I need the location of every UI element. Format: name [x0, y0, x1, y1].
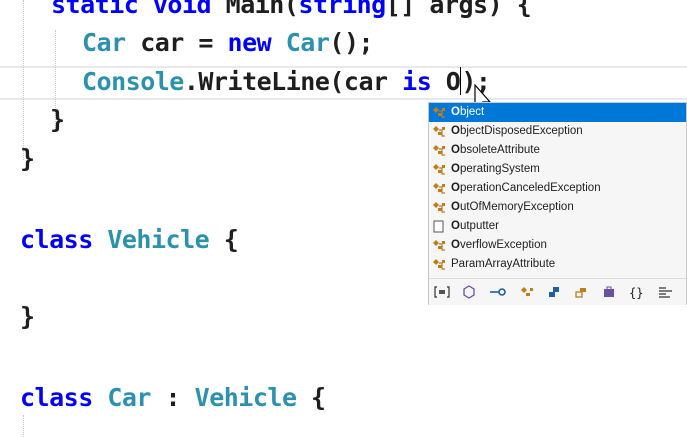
struct-filter-icon[interactable]	[545, 284, 563, 300]
completion-item-label: ParamArrayAttribute	[451, 258, 556, 270]
class-icon	[432, 144, 446, 157]
keyword-filter-icon[interactable]: {}	[628, 284, 646, 300]
completion-item-label: bjectDisposedException	[459, 125, 583, 137]
snippet-filter-icon[interactable]	[657, 284, 675, 300]
completion-filter-bar: {}	[429, 278, 686, 305]
completion-item[interactable]: OperatingSystem	[429, 160, 686, 179]
class-icon	[432, 201, 446, 214]
completion-item[interactable]: ObjectDisposedException	[429, 122, 686, 141]
namespace-filter-icon[interactable]	[433, 284, 451, 300]
completion-match-highlight: O	[451, 163, 460, 175]
class-icon	[432, 125, 446, 138]
completion-match-highlight: O	[451, 220, 460, 232]
class-icon	[432, 239, 446, 252]
svg-text:{}: {}	[629, 286, 643, 299]
code-line-class-vehicle: class Vehicle {	[20, 225, 239, 254]
intellisense-popup[interactable]: Object ObjectDisposedException ObsoleteAtt…	[428, 102, 687, 305]
completion-item-label: verflowException	[459, 239, 547, 251]
completion-list[interactable]: Object ObjectDisposedException ObsoleteAtt…	[429, 103, 686, 274]
completion-item-label: peratingSystem	[459, 163, 540, 175]
code-line-car-declaration: Car car = new Car();	[82, 28, 374, 57]
code-line-close-vehicle: }	[20, 302, 35, 331]
class-filter-icon[interactable]	[518, 284, 536, 300]
class-icon	[432, 106, 446, 119]
completion-match-highlight: O	[451, 182, 460, 194]
completion-item-label: perationCanceledException	[459, 182, 601, 194]
completion-match-highlight: O	[451, 106, 460, 118]
completion-item-label: utputter	[459, 220, 499, 232]
completion-match-highlight: O	[451, 201, 460, 213]
completion-item[interactable]: OverflowException	[429, 236, 686, 255]
delegate-filter-icon[interactable]	[489, 284, 507, 300]
indent-guide	[23, 415, 24, 437]
code-line-close-method: }	[50, 105, 65, 134]
completion-match-highlight: O	[451, 239, 460, 251]
code-line-class-car: class Car : Vehicle {	[20, 383, 326, 412]
completion-item-label: bsoleteAttribute	[459, 144, 540, 156]
interface-filter-icon[interactable]	[460, 284, 478, 300]
code-line-main-signature: static void Main(string[] args) {	[51, 0, 532, 19]
enum-filter-icon[interactable]	[572, 284, 590, 300]
completion-item[interactable]: OutOfMemoryException	[429, 198, 686, 217]
code-line-close-class: }	[20, 144, 35, 173]
completion-item[interactable]: Outputter	[429, 217, 686, 236]
indent-guide	[23, 0, 24, 160]
code-line-writeline: Console.WriteLine(car is O);	[82, 67, 491, 96]
snippet-icon	[432, 220, 446, 233]
completion-item[interactable]: Object	[429, 103, 686, 122]
module-filter-icon[interactable]	[600, 284, 618, 300]
completion-item[interactable]: ObsoleteAttribute	[429, 141, 686, 160]
class-icon	[432, 182, 446, 195]
completion-item[interactable]: OperationCanceledException	[429, 179, 686, 198]
class-icon	[432, 258, 446, 271]
class-icon	[432, 163, 446, 176]
completion-match-highlight: O	[451, 144, 460, 156]
completion-item[interactable]: ParamArrayAttribute	[429, 255, 686, 274]
completion-match-highlight: O	[451, 125, 460, 137]
completion-item-label: utOfMemoryException	[459, 201, 574, 213]
completion-item-label: bject	[459, 106, 485, 118]
